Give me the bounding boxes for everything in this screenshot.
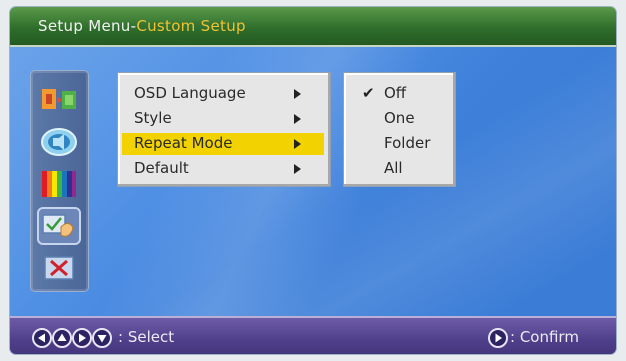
help-bar: : Select : Confirm [10,316,616,354]
option-label: Off [384,84,407,102]
menu-item-label: OSD Language [134,84,246,102]
up-arrow-key-icon [52,328,72,348]
menu-item-repeat-mode[interactable]: Repeat Mode [122,133,324,155]
right-arrow-key-icon [72,328,92,348]
custom-setup-checklist-icon[interactable] [37,207,81,245]
select-hint: : Select [118,328,175,346]
submenu-arrow-icon [294,89,301,99]
menu-item-osd-language[interactable]: OSD Language [122,83,324,105]
setup-category-sidebar [30,70,89,292]
submenu-arrow-icon [294,114,301,124]
option-off[interactable]: ✔ Off [348,83,449,105]
submenu-arrow-icon [294,139,301,149]
title-main: Setup Menu- [38,17,137,35]
speaker-audio-icon[interactable] [39,125,79,159]
title-subtitle: Custom Setup [136,17,246,35]
play-confirm-key-icon [488,328,508,348]
setup-screen: Setup Menu-Custom Setup OSD Language Sty… [10,7,616,354]
repeat-mode-submenu: ✔ Off One Folder All [343,72,456,187]
confirm-hint: : Confirm [510,328,579,346]
setup-options-menu: OSD Language Style Repeat Mode Default [117,72,331,187]
exit-icon[interactable] [39,251,79,285]
page-title: Setup Menu-Custom Setup [38,17,246,35]
option-one[interactable]: One [348,108,449,130]
checkmark-icon: ✔ [362,84,375,102]
left-arrow-key-icon [32,328,52,348]
submenu-arrow-icon [294,164,301,174]
general-setup-icon[interactable] [39,83,79,117]
menu-item-label: Default [134,159,189,177]
menu-item-label: Style [134,109,172,127]
menu-item-default[interactable]: Default [122,158,324,180]
option-label: Folder [384,134,431,152]
menu-item-label: Repeat Mode [134,134,233,152]
option-folder[interactable]: Folder [348,133,449,155]
video-color-bars-icon[interactable] [39,167,79,201]
option-label: All [384,159,403,177]
title-bar: Setup Menu-Custom Setup [10,7,616,47]
option-all[interactable]: All [348,158,449,180]
menu-item-style[interactable]: Style [122,108,324,130]
option-label: One [384,109,415,127]
down-arrow-key-icon [92,328,112,348]
